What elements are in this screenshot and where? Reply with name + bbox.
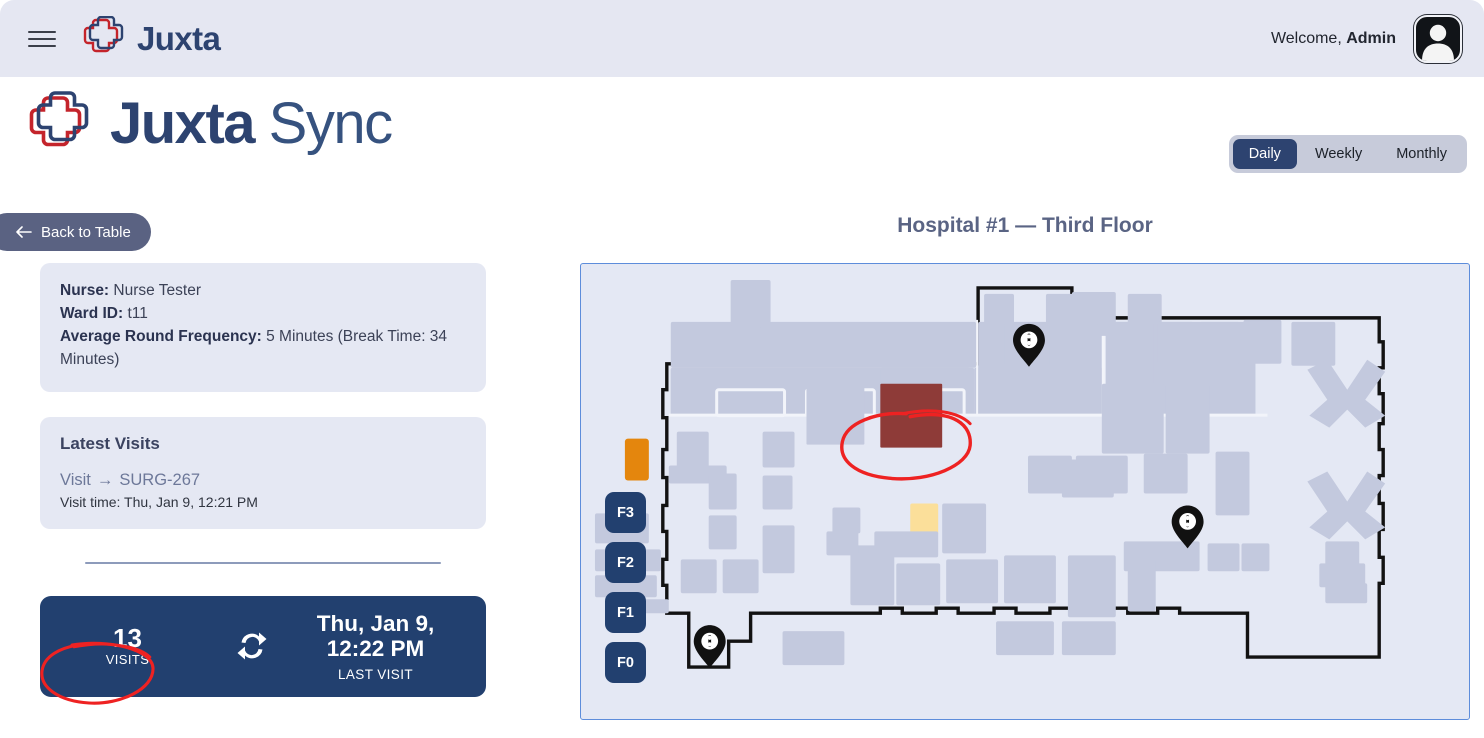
welcome-username: Admin xyxy=(1346,29,1396,47)
floor-plan-svg xyxy=(594,279,1386,669)
sync-indicator[interactable] xyxy=(215,629,289,663)
visit-time: Visit time: Thu, Jan 9, 12:21 PM xyxy=(60,493,258,510)
page-title: Juxta Sync xyxy=(110,94,393,153)
hero-section: Juxta Sync Daily Weekly Monthly xyxy=(0,77,1484,187)
title-light-part: Sync xyxy=(254,90,393,156)
visit-id: SURG-267 xyxy=(119,470,201,489)
orange-room xyxy=(624,438,649,481)
top-app-bar: Juxta Welcome, Admin xyxy=(0,0,1484,77)
visits-count-value: 13 xyxy=(113,623,142,654)
left-column: Nurse: Nurse Tester Ward ID: t11 Average… xyxy=(40,263,486,705)
stair-x-icon xyxy=(1307,359,1386,428)
user-avatar-icon xyxy=(1422,24,1454,61)
visits-count-block: 13 VISITS xyxy=(40,623,215,705)
title-bold-part: Juxta xyxy=(110,90,256,156)
refresh-sync-icon xyxy=(237,632,267,660)
ward-row: Ward ID: t11 xyxy=(60,303,466,326)
period-option-weekly[interactable]: Weekly xyxy=(1299,139,1378,169)
latest-visits-heading: Latest Visits xyxy=(60,433,160,453)
arrow-right-icon: → xyxy=(96,470,114,489)
floor-switch-group: F3 F2 F1 F0 xyxy=(605,492,646,683)
visit-word: Visit xyxy=(60,470,91,489)
brand-wordmark: Juxta xyxy=(137,19,221,57)
visits-count-label: VISITS xyxy=(105,652,150,668)
frequency-label: Average Round Frequency: xyxy=(60,327,262,345)
hamburger-menu-icon[interactable] xyxy=(28,26,58,52)
welcome-prefix: Welcome, xyxy=(1270,29,1347,47)
period-option-monthly[interactable]: Monthly xyxy=(1380,139,1463,169)
period-option-daily[interactable]: Daily xyxy=(1232,139,1297,169)
last-visit-time: 12:22 PM xyxy=(326,636,425,662)
hero-brand: Juxta Sync xyxy=(24,90,393,157)
nurse-value: Nurse Tester xyxy=(109,282,201,299)
juxta-cross-logo-icon xyxy=(24,90,94,157)
stats-summary-card: 13 VISITS Thu, Jan 9, 12:22 PM LAST VISI… xyxy=(40,595,486,705)
floor-button-f3[interactable]: F3 xyxy=(605,492,646,533)
stair-x-icon xyxy=(1307,471,1386,540)
back-to-table-button[interactable]: Back to Table xyxy=(0,213,151,251)
brand-home-link[interactable]: Juxta xyxy=(80,15,221,61)
app-page: Juxta Welcome, Admin Juxta Sync Daily We… xyxy=(0,0,1484,738)
location-pin-icon xyxy=(693,625,726,669)
period-toggle-group: Daily Weekly Monthly xyxy=(1228,135,1467,173)
frequency-row: Average Round Frequency: 5 Minutes (Brea… xyxy=(60,326,466,372)
arrow-left-icon xyxy=(16,226,32,238)
map-title: Hospital #1 — Third Floor xyxy=(897,214,1153,237)
last-visit-block: Thu, Jan 9, 12:22 PM LAST VISIT xyxy=(289,611,486,682)
last-visit-label: LAST VISIT xyxy=(337,666,414,682)
nurse-row: Nurse: Nurse Tester xyxy=(60,280,466,303)
floor-button-f1[interactable]: F1 xyxy=(605,592,646,633)
welcome-text: Welcome, Admin xyxy=(1271,30,1396,48)
last-visit-date: Thu, Jan 9, xyxy=(316,610,435,636)
floor-button-f2[interactable]: F2 xyxy=(605,542,646,583)
latest-visits-card: Latest Visits Visit → SURG-267 Visit time:… xyxy=(40,416,486,529)
juxta-cross-logo-icon xyxy=(80,15,126,61)
back-to-table-label: Back to Table xyxy=(41,223,131,241)
ward-value: t11 xyxy=(123,304,148,322)
user-avatar[interactable] xyxy=(1414,14,1462,63)
floor-button-f0[interactable]: F0 xyxy=(605,642,646,683)
floor-plan-frame[interactable]: F3 F2 F1 F0 xyxy=(580,263,1470,720)
nurse-label: Nurse: xyxy=(60,282,110,299)
ward-label: Ward ID: xyxy=(60,304,124,322)
section-divider xyxy=(85,561,441,564)
visit-link[interactable]: Visit → SURG-267 xyxy=(60,471,466,490)
yellow-room xyxy=(910,503,939,536)
nurse-info-card: Nurse: Nurse Tester Ward ID: t11 Average… xyxy=(40,263,486,392)
